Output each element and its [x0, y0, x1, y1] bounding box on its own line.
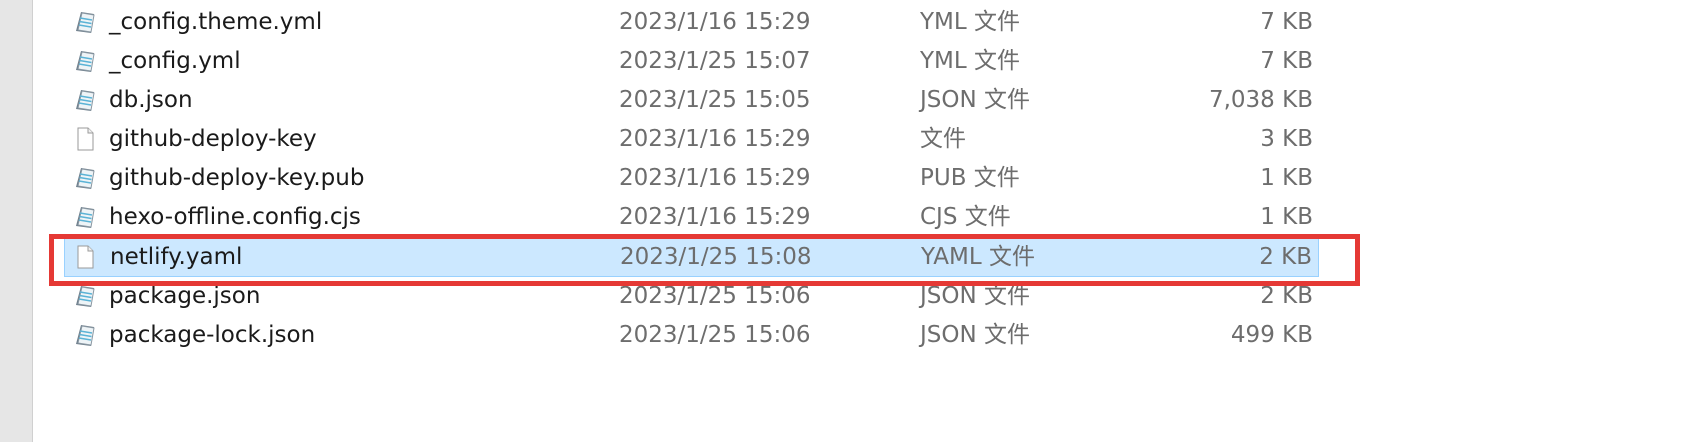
file-size: 2 KB: [1260, 283, 1313, 309]
file-type: YAML 文件: [921, 244, 1035, 270]
file-name: _config.theme.yml: [109, 9, 323, 35]
notepad-document-icon: [76, 207, 95, 228]
notepad-document-icon: [76, 51, 95, 72]
file-modified-date: 2023/1/25 15:05: [619, 87, 811, 113]
file-name: db.json: [109, 87, 193, 113]
file-size: 1 KB: [1260, 165, 1313, 191]
file-modified-date: 2023/1/16 15:29: [619, 204, 811, 230]
notepad-document-icon: [76, 168, 95, 189]
file-size: 7 KB: [1260, 9, 1313, 35]
file-size: 7 KB: [1260, 48, 1313, 74]
file-modified-date: 2023/1/16 15:29: [619, 165, 811, 191]
file-row-netlify-yaml[interactable]: netlify.yaml 2023/1/25 15:08 YAML 文件 2 K…: [64, 238, 1319, 277]
file-modified-date: 2023/1/16 15:29: [619, 126, 811, 152]
file-name: github-deploy-key.pub: [109, 165, 365, 191]
file-row-config-yml[interactable]: _config.yml 2023/1/25 15:07 YML 文件 7 KB: [64, 42, 1319, 81]
file-name: _config.yml: [109, 48, 241, 74]
notepad-document-icon: [76, 12, 95, 33]
file-type: YML 文件: [920, 48, 1021, 74]
file-list: _config.theme.yml 2023/1/16 15:29 YML 文件…: [0, 0, 1685, 442]
file-modified-date: 2023/1/25 15:06: [619, 283, 811, 309]
file-size: 3 KB: [1260, 126, 1313, 152]
file-type: YML 文件: [920, 9, 1021, 35]
blank-file-icon: [77, 245, 94, 269]
file-size: 2 KB: [1259, 244, 1312, 270]
blank-file-icon: [77, 127, 94, 151]
file-name: github-deploy-key: [109, 126, 317, 152]
file-size: 499 KB: [1230, 322, 1313, 348]
notepad-document-icon: [76, 286, 95, 307]
file-modified-date: 2023/1/16 15:29: [619, 9, 811, 35]
file-size: 7,038 KB: [1208, 87, 1313, 113]
file-name: netlify.yaml: [110, 244, 243, 270]
file-type: JSON 文件: [920, 283, 1031, 309]
file-modified-date: 2023/1/25 15:06: [619, 322, 811, 348]
file-row-github-deploy-key-pub[interactable]: github-deploy-key.pub 2023/1/16 15:29 PU…: [64, 159, 1319, 198]
file-row-github-deploy-key[interactable]: github-deploy-key 2023/1/16 15:29 文件 3 K…: [64, 120, 1319, 159]
file-name: package-lock.json: [109, 322, 316, 348]
file-modified-date: 2023/1/25 15:07: [619, 48, 811, 74]
file-type: PUB 文件: [920, 165, 1020, 191]
file-row-package-json[interactable]: package.json 2023/1/25 15:06 JSON 文件 2 K…: [64, 277, 1319, 316]
notepad-document-icon: [76, 325, 95, 346]
file-row-config-theme-yml[interactable]: _config.theme.yml 2023/1/16 15:29 YML 文件…: [64, 3, 1319, 42]
file-type: JSON 文件: [920, 87, 1031, 113]
file-type: CJS 文件: [920, 204, 1011, 230]
file-type: JSON 文件: [920, 322, 1031, 348]
file-size: 1 KB: [1260, 204, 1313, 230]
file-row-hexo-offline-config-cjs[interactable]: hexo-offline.config.cjs 2023/1/16 15:29 …: [64, 198, 1319, 237]
file-modified-date: 2023/1/25 15:08: [620, 244, 812, 270]
file-row-db-json[interactable]: db.json 2023/1/25 15:05 JSON 文件 7,038 KB: [64, 81, 1319, 120]
file-name: hexo-offline.config.cjs: [109, 204, 361, 230]
notepad-document-icon: [76, 90, 95, 111]
file-type: 文件: [920, 126, 966, 152]
file-name: package.json: [109, 283, 261, 309]
file-row-package-lock-json[interactable]: package-lock.json 2023/1/25 15:06 JSON 文…: [64, 316, 1319, 355]
